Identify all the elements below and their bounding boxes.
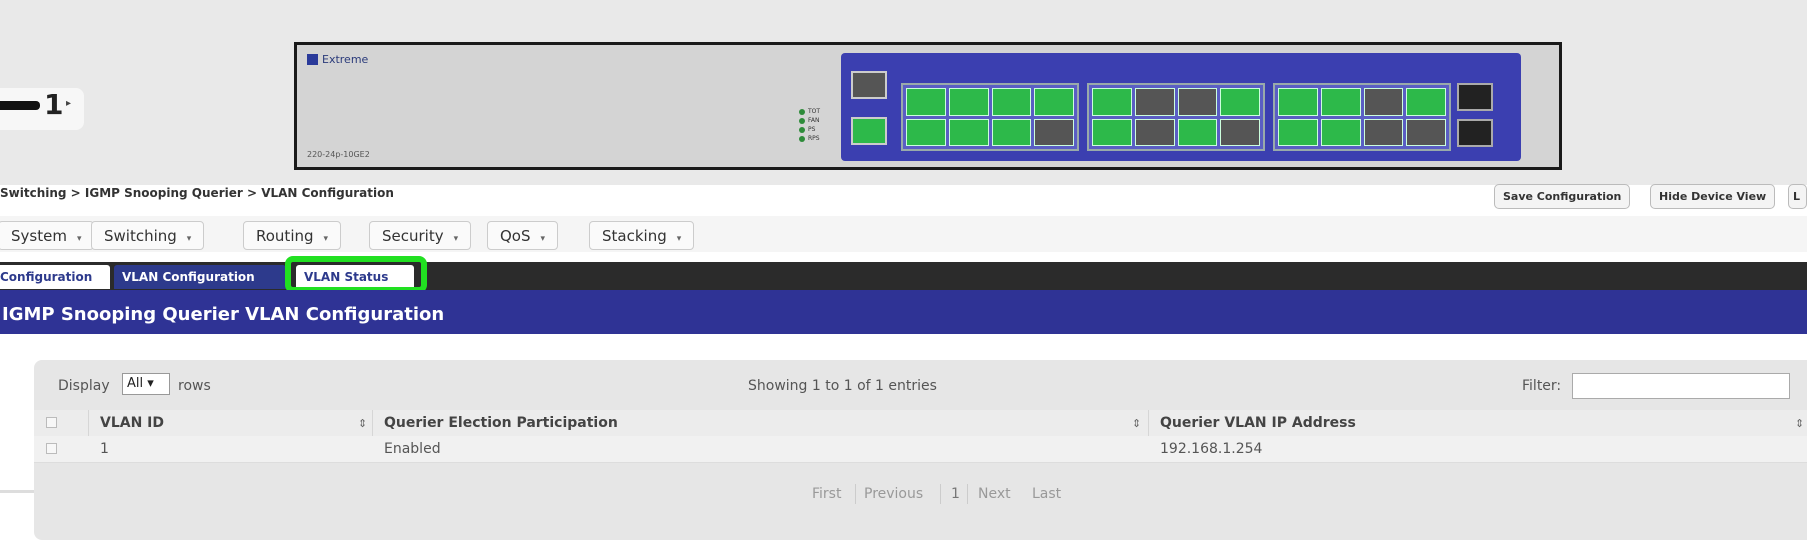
port[interactable] [1278, 118, 1318, 146]
port[interactable] [1034, 118, 1074, 146]
chevron-down-icon: ▾ [186, 234, 192, 244]
port[interactable] [1220, 118, 1260, 146]
pager-previous[interactable]: Previous [864, 486, 923, 502]
pager-page-1[interactable]: 1 [951, 486, 960, 502]
row-checkbox[interactable] [46, 443, 57, 454]
unit-number[interactable]: 1 [44, 88, 63, 121]
sort-icon[interactable]: ⇕ [358, 417, 367, 430]
mgmt-port[interactable] [851, 71, 887, 99]
port[interactable] [1363, 118, 1404, 146]
port[interactable] [1320, 118, 1361, 146]
pager-divider [855, 484, 856, 504]
port[interactable] [906, 88, 946, 116]
port-group-1 [901, 83, 1079, 151]
menu-routing[interactable]: Routing ▾ [243, 221, 342, 250]
port[interactable] [1034, 88, 1074, 116]
port[interactable] [1134, 88, 1175, 116]
port[interactable] [991, 88, 1032, 116]
column-header-vlan-id[interactable]: VLAN ID [100, 415, 164, 431]
port[interactable] [948, 88, 989, 116]
column-header-ip-address[interactable]: Querier VLAN IP Address [1160, 415, 1356, 431]
chevron-down-icon: ▾ [540, 234, 546, 244]
page-title: IGMP Snooping Querier VLAN Configuration [2, 304, 445, 325]
menu-system[interactable]: System ▾ [0, 221, 95, 250]
hide-device-view-button[interactable]: Hide Device View [1650, 184, 1776, 209]
save-configuration-button[interactable]: Save Configuration [1494, 184, 1631, 209]
select-all-checkbox[interactable] [46, 417, 57, 428]
console-port[interactable] [851, 117, 887, 145]
port[interactable] [948, 118, 989, 146]
port[interactable] [1177, 118, 1218, 146]
port[interactable] [1177, 88, 1218, 116]
port[interactable] [1092, 88, 1132, 116]
pager-divider [940, 484, 941, 504]
filter-input[interactable] [1572, 373, 1790, 399]
logout-button[interactable]: L [1788, 184, 1807, 209]
sfp-port-1[interactable] [1457, 83, 1493, 111]
device-logo: Extreme [307, 53, 368, 66]
chevron-down-icon: ▾ [676, 234, 682, 244]
port[interactable] [1320, 88, 1361, 116]
port[interactable] [1278, 88, 1318, 116]
filter-label: Filter: [1522, 378, 1562, 394]
chevron-down-icon: ▾ [453, 234, 459, 244]
pager-divider [967, 484, 968, 504]
port[interactable] [1092, 118, 1132, 146]
port[interactable] [1406, 118, 1446, 146]
port[interactable] [1406, 88, 1446, 116]
cell-participation: Enabled [384, 441, 441, 457]
chevron-down-icon: ▾ [323, 234, 329, 244]
port-group-2 [1087, 83, 1265, 151]
column-header-participation[interactable]: Querier Election Participation [384, 415, 618, 431]
pager-first[interactable]: First [812, 486, 841, 502]
display-label: Display [58, 378, 110, 394]
tab-vlan-configuration[interactable]: VLAN Configuration [114, 265, 286, 289]
logo-text: Extreme [322, 53, 369, 66]
menu-switching[interactable]: Switching ▾ [91, 221, 205, 250]
unit-bar-icon [0, 101, 40, 110]
table-row[interactable] [34, 436, 1807, 463]
table-header [34, 410, 1807, 436]
port-group-3 [1273, 83, 1451, 151]
sfp-port-2[interactable] [1457, 119, 1493, 147]
cell-ip-address: 192.168.1.254 [1160, 441, 1263, 457]
port[interactable] [1363, 88, 1404, 116]
port[interactable] [1134, 118, 1175, 146]
status-leds: TOT FAN PS RPS [799, 107, 820, 143]
menu-security[interactable]: Security ▾ [369, 221, 472, 250]
extreme-logo-icon [307, 54, 318, 65]
port[interactable] [991, 118, 1032, 146]
tab-configuration[interactable]: Configuration [0, 265, 110, 289]
port[interactable] [906, 118, 946, 146]
led-fan: FAN [799, 116, 820, 125]
unit-caret-icon[interactable]: ▸ [66, 98, 71, 109]
sort-icon[interactable]: ⇕ [1795, 417, 1804, 430]
led-rps: RPS [799, 134, 820, 143]
pager-next[interactable]: Next [978, 486, 1011, 502]
device-model: 220-24p-10GE2 [307, 150, 370, 159]
rows-per-page-select[interactable]: All ▾ [122, 373, 170, 395]
entries-info: Showing 1 to 1 of 1 entries [748, 378, 937, 394]
led-ps: PS [799, 125, 820, 134]
device-faceplate: Extreme 220-24p-10GE2 TOT FAN PS RPS [294, 42, 1562, 170]
breadcrumb: Switching > IGMP Snooping Querier > VLAN… [0, 186, 394, 200]
pager-last[interactable]: Last [1032, 486, 1061, 502]
vlan-status-highlight [285, 256, 427, 293]
menu-stacking[interactable]: Stacking ▾ [589, 221, 695, 250]
port[interactable] [1220, 88, 1260, 116]
rows-label: rows [178, 378, 211, 394]
chevron-down-icon: ▾ [76, 234, 82, 244]
sort-icon[interactable]: ⇕ [1132, 417, 1141, 430]
divider [0, 490, 34, 493]
cell-vlan-id: 1 [100, 441, 109, 457]
menu-qos[interactable]: QoS ▾ [487, 221, 559, 250]
led-tot: TOT [799, 107, 820, 116]
port-panel [841, 53, 1521, 161]
